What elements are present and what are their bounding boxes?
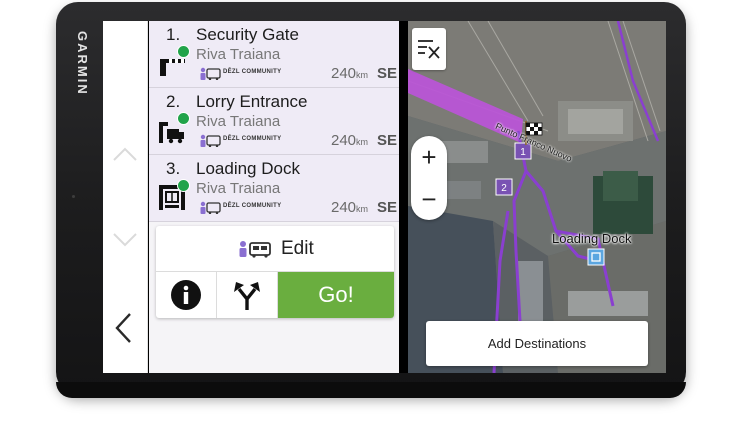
waypoint-number: 1	[520, 147, 526, 158]
go-button[interactable]: Go!	[278, 272, 394, 318]
left-navigation-bar	[103, 21, 148, 373]
poi-label: Loading Dock	[552, 231, 632, 246]
item-distance: 240km	[331, 199, 369, 216]
chevron-down-icon[interactable]	[112, 231, 138, 249]
item-number: 1.	[166, 25, 181, 44]
item-distance: 240km	[331, 132, 369, 149]
zoom-control: + −	[411, 136, 447, 220]
device-screen: 1. Security Gate Riva Traiana DĒZL COMMU…	[103, 21, 666, 373]
action-panel: Edit Go!	[156, 226, 394, 318]
status-dot	[177, 45, 190, 58]
item-name: Security Gate	[196, 25, 299, 44]
community-label: DĒZL COMMUNITY	[223, 203, 282, 209]
community-icon	[200, 134, 221, 147]
destination-list: 1. Security Gate Riva Traiana DĒZL COMMU…	[149, 21, 399, 373]
info-button[interactable]	[156, 272, 217, 318]
community-icon	[200, 201, 221, 214]
community-label: DĒZL COMMUNITY	[223, 136, 282, 142]
back-arrow-icon[interactable]	[113, 311, 135, 345]
item-name: Loading Dock	[196, 159, 300, 178]
status-dot	[177, 179, 190, 192]
route-options-button[interactable]	[217, 272, 278, 318]
item-address: Riva Traiana	[196, 46, 281, 63]
device-bottom-edge	[56, 382, 686, 398]
map-view[interactable]: 1 2 + − Punto Franco Nuovo Loading Dock …	[408, 21, 666, 373]
item-number: 3.	[166, 159, 181, 178]
edit-button[interactable]: Edit	[156, 226, 394, 272]
brand-logo: GARMIN	[75, 30, 90, 96]
item-name: Lorry Entrance	[196, 92, 308, 111]
list-item-loading-dock[interactable]: 3. Loading Dock Riva Traiana DĒZL COMMUN…	[149, 155, 399, 222]
item-direction: SE	[377, 199, 398, 216]
route-fork-icon	[234, 282, 260, 310]
item-distance: 240km	[331, 65, 369, 82]
chevron-up-icon[interactable]	[112, 145, 138, 163]
info-icon	[171, 280, 201, 310]
zoom-in-button[interactable]: +	[411, 136, 447, 178]
close-list-icon	[418, 40, 440, 59]
light-sensor	[72, 195, 75, 198]
loading-dock-poi-icon[interactable]	[587, 248, 605, 266]
close-list-button[interactable]	[412, 28, 446, 70]
item-direction: SE	[377, 65, 398, 82]
status-dot	[177, 112, 190, 125]
list-item-lorry-entrance[interactable]: 2. Lorry Entrance Riva Traiana DĒZL COMM…	[149, 88, 399, 155]
community-icon	[200, 67, 221, 80]
item-address: Riva Traiana	[196, 180, 281, 197]
item-number: 2.	[166, 92, 181, 111]
item-direction: SE	[377, 132, 398, 149]
list-item-security-gate[interactable]: 1. Security Gate Riva Traiana DĒZL COMMU…	[149, 21, 399, 88]
edit-label: Edit	[281, 238, 314, 259]
zoom-out-button[interactable]: −	[411, 178, 447, 220]
community-label: DĒZL COMMUNITY	[223, 69, 282, 75]
waypoint-number: 2	[501, 183, 507, 194]
community-edit-icon	[239, 241, 271, 258]
item-address: Riva Traiana	[196, 113, 281, 130]
add-destinations-button[interactable]: Add Destinations	[426, 321, 648, 366]
